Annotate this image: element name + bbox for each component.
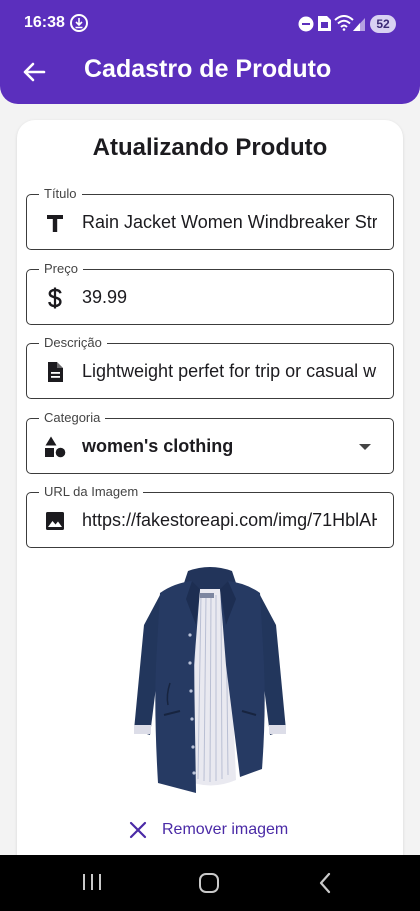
category-selected-value: women's clothing — [82, 436, 234, 456]
wifi-icon — [334, 15, 354, 31]
dropdown-arrow-icon[interactable] — [359, 443, 371, 451]
text-t-icon — [47, 215, 63, 232]
close-icon — [129, 821, 147, 839]
status-bar: 16:38 52 — [0, 0, 420, 48]
title-field[interactable]: Título Rain Jacket Women Windbreaker Str… — [26, 186, 394, 250]
do-not-disturb-icon — [298, 16, 314, 32]
dollar-icon — [48, 287, 62, 309]
remove-image-label: Remover imagem — [162, 821, 289, 838]
price-input[interactable]: 39.99 — [82, 285, 377, 309]
product-image-preview — [134, 567, 286, 793]
description-field[interactable]: Descrição Lightweight perfet for trip or… — [26, 335, 394, 399]
description-field-label: Descrição — [39, 335, 107, 351]
image-url-field-label: URL da Imagem — [39, 484, 144, 500]
price-field[interactable]: Preço 39.99 — [26, 261, 394, 325]
signal-icon — [353, 18, 365, 31]
app-bar: 16:38 52 Cadastro de Produto — [0, 0, 420, 104]
title-input[interactable]: Rain Jacket Women Windbreaker Striped Cl… — [82, 210, 377, 234]
arrow-back-icon[interactable] — [18, 56, 50, 88]
document-icon — [48, 362, 63, 382]
category-field-label: Categoria — [39, 410, 106, 426]
back-icon[interactable] — [317, 872, 333, 894]
image-icon — [46, 512, 64, 530]
page-title: Cadastro de Produto — [84, 55, 332, 83]
image-url-field[interactable]: URL da Imagem https://fakestoreapi.com/i… — [26, 484, 394, 548]
recents-icon[interactable] — [82, 872, 102, 892]
description-input[interactable]: Lightweight perfet for trip or casual we… — [82, 359, 377, 383]
status-time: 16:38 — [24, 14, 65, 31]
system-nav-bar — [0, 855, 420, 911]
download-icon — [70, 14, 88, 32]
category-dropdown[interactable]: Categoria women's clothing — [26, 410, 394, 474]
battery-badge: 52 — [370, 15, 396, 33]
home-icon[interactable] — [198, 872, 220, 894]
form-heading: Atualizando Produto — [92, 134, 328, 161]
category-shapes-icon — [45, 436, 66, 458]
sim-icon — [318, 16, 331, 31]
title-field-label: Título — [39, 186, 82, 202]
remove-image-button[interactable]: Remover imagem — [126, 816, 306, 844]
price-field-label: Preço — [39, 261, 83, 277]
image-url-input[interactable]: https://fakestoreapi.com/img/71HblAHs5xL… — [82, 508, 377, 532]
